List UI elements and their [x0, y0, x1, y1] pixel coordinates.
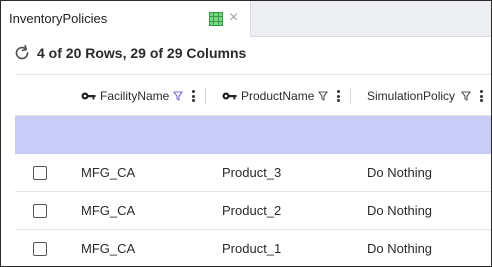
cell-facility-name[interactable]: MFG_CA [81, 165, 135, 180]
grid-table-icon [209, 12, 223, 26]
column-menu-icon[interactable] [191, 90, 195, 102]
cell-product-name[interactable]: Product_3 [222, 165, 281, 180]
new-row-band[interactable] [15, 116, 491, 154]
column-menu-icon[interactable] [336, 90, 340, 102]
cell-facility-name[interactable]: MFG_CA [81, 203, 135, 218]
cell-facility-name[interactable]: MFG_CA [81, 241, 135, 256]
data-grid: FacilityName ProductName SimulationPolic… [15, 74, 491, 266]
table-row[interactable]: MFG_CA Product_1 Do Nothing [15, 230, 491, 266]
table-row[interactable]: MFG_CA Product_2 Do Nothing [15, 192, 491, 230]
column-header-facility-name[interactable]: FacilityName [81, 75, 195, 117]
filter-icon[interactable] [461, 91, 471, 101]
tab-inventory-policies[interactable]: InventoryPolicies × [1, 1, 251, 37]
row-checkbox[interactable] [33, 204, 47, 218]
row-count-status: 4 of 20 Rows, 29 of 29 Columns [37, 45, 247, 61]
toolbar: 4 of 20 Rows, 29 of 29 Columns [1, 37, 491, 73]
column-menu-icon[interactable] [479, 90, 483, 102]
column-label: ProductName [241, 89, 315, 103]
cell-simulation-policy[interactable]: Do Nothing [367, 241, 432, 256]
column-header-product-name[interactable]: ProductName [222, 75, 340, 117]
close-icon[interactable]: × [229, 9, 238, 27]
refresh-icon[interactable] [13, 44, 31, 62]
inventory-policies-window: InventoryPolicies × 4 of 20 Rows, 29 of … [0, 0, 492, 267]
tab-strip: InventoryPolicies × [1, 1, 491, 37]
row-checkbox[interactable] [33, 242, 47, 256]
key-icon [222, 92, 237, 100]
cell-simulation-policy[interactable]: Do Nothing [367, 165, 432, 180]
column-header-simulation-policy[interactable]: SimulationPolicy [367, 75, 483, 117]
table-row[interactable]: MFG_CA Product_3 Do Nothing [15, 154, 491, 192]
cell-simulation-policy[interactable]: Do Nothing [367, 203, 432, 218]
grid-header: FacilityName ProductName SimulationPolic… [15, 74, 491, 117]
row-checkbox[interactable] [33, 166, 47, 180]
column-label: SimulationPolicy [367, 89, 456, 103]
filter-icon[interactable] [173, 91, 184, 101]
tab-title: InventoryPolicies [9, 11, 108, 26]
column-divider[interactable] [205, 88, 206, 104]
column-divider[interactable] [350, 88, 351, 104]
key-icon [81, 92, 96, 100]
cell-product-name[interactable]: Product_2 [222, 203, 281, 218]
column-label: FacilityName [100, 89, 170, 103]
filter-icon[interactable] [318, 91, 329, 101]
cell-product-name[interactable]: Product_1 [222, 241, 281, 256]
